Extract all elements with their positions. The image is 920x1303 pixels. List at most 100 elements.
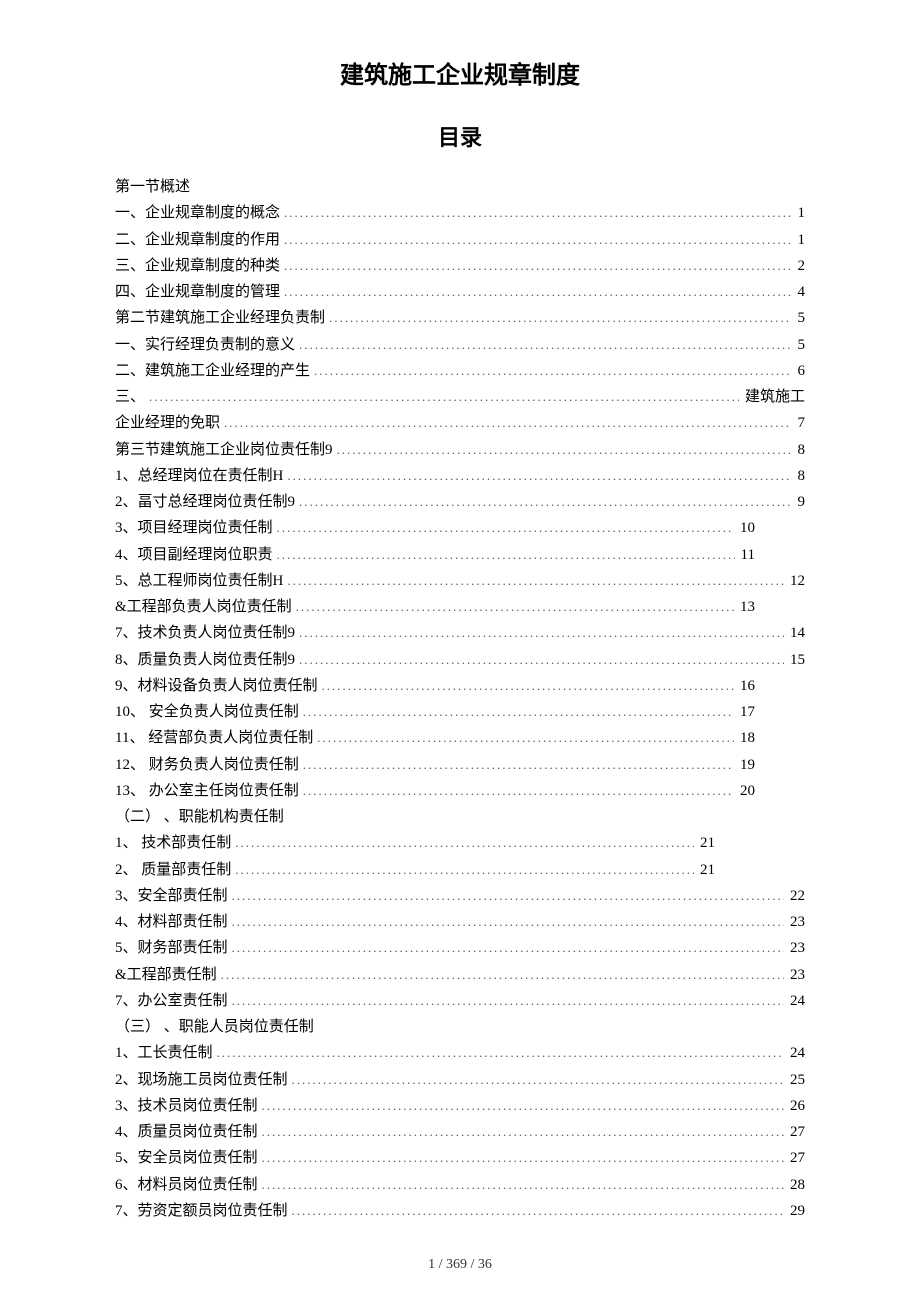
toc-page-number: 25: [784, 1067, 805, 1093]
toc-label: 第一节概述: [115, 179, 190, 195]
toc-entry: 三、 建筑施工: [115, 384, 805, 410]
toc-page-number: 14: [784, 620, 805, 646]
toc-entry: 4、项目副经理岗位职责11: [115, 542, 805, 568]
toc-leader-dots: [280, 255, 791, 278]
toc-label: 10、 安全负责人岗位责任制: [115, 699, 299, 725]
toc-label: 二、建筑施工企业经理的产生: [115, 358, 310, 384]
toc-entry: 1、总经理岗位在责任制H 8: [115, 463, 805, 489]
toc-page-number: 28: [784, 1172, 805, 1198]
document-title: 建筑施工企业规章制度: [115, 55, 805, 90]
toc-entry: 2、现场施工员岗位责任制25: [115, 1067, 805, 1093]
toc-label: 9、材料设备负责人岗位责任制: [115, 673, 318, 699]
toc-label: 5、财务部责任制: [115, 935, 228, 961]
toc-entry: 7、办公室责任制24: [115, 988, 805, 1014]
toc-leader-dots: [299, 754, 734, 777]
toc-page-number: 8: [792, 463, 806, 489]
toc-label: 2、 质量部责任制: [115, 857, 231, 883]
toc-label: 1、 技术部责任制: [115, 830, 231, 856]
toc-leader-dots: [217, 964, 784, 987]
toc-entry: 7、技术负责人岗位责任制9 14: [115, 620, 805, 646]
toc-leader-dots: [288, 1069, 784, 1092]
toc-leader-dots: [295, 622, 784, 645]
toc-label: 7、办公室责任制: [115, 988, 228, 1014]
toc-page-number: 1: [792, 200, 806, 226]
toc-label: 二、企业规章制度的作用: [115, 227, 280, 253]
toc-leader-dots: [258, 1121, 784, 1144]
toc-leader-dots: [228, 937, 784, 960]
toc-leader-dots: [280, 229, 791, 252]
toc-container: 第一节概述一、企业规章制度的概念 1二、企业规章制度的作用 1 三、企业规章制度的种类…: [115, 174, 805, 1224]
toc-page-number: 23: [784, 909, 805, 935]
toc-entry: （三） 、职能人员岗位责任制: [115, 1014, 805, 1040]
toc-label: （三） 、职能人员岗位责任制: [115, 1019, 314, 1035]
toc-leader-dots: [228, 885, 784, 908]
toc-leader-dots: [228, 990, 784, 1013]
toc-leader-dots: [299, 780, 734, 803]
toc-leader-dots: [258, 1174, 784, 1197]
toc-leader-dots: [299, 701, 734, 724]
toc-label: （二） 、职能机构责任制: [115, 809, 284, 825]
toc-leader-dots: [283, 465, 791, 488]
toc-entry: 13、 办公室主任岗位责任制20: [115, 778, 805, 804]
toc-entry: （二） 、职能机构责任制: [115, 804, 805, 830]
toc-label: 1、总经理岗位在责任制H: [115, 463, 283, 489]
toc-page-number: 4: [792, 279, 806, 305]
toc-entry: 一、企业规章制度的概念 1: [115, 200, 805, 226]
toc-leader-dots: [295, 491, 791, 514]
toc-page-number: 5: [792, 332, 806, 358]
toc-page-number: 10: [734, 515, 755, 541]
toc-leader-dots: [333, 439, 792, 462]
toc-entry: 2、畐寸总经理岗位责任制99: [115, 489, 805, 515]
toc-entry: &工程部负责人岗位责任制 13: [115, 594, 805, 620]
toc-page-number: 16: [734, 673, 755, 699]
toc-entry: 11、 经营部负责人岗位责任制 18: [115, 725, 805, 751]
toc-entry: 四、企业规章制度的管理4: [115, 279, 805, 305]
toc-heading: 目录: [115, 120, 805, 152]
toc-label: 4、材料部责任制: [115, 909, 228, 935]
toc-label: 11、 经营部负责人岗位责任制: [115, 725, 313, 751]
toc-leader-dots: [258, 1147, 784, 1170]
toc-leader-dots: [288, 1200, 784, 1223]
toc-entry: 5、财务部责任制23: [115, 935, 805, 961]
toc-page-number: 12: [784, 568, 805, 594]
toc-page-number: 26: [784, 1093, 805, 1119]
toc-leader-dots: [310, 360, 791, 383]
toc-leader-dots: [228, 911, 784, 934]
toc-page-number: 13: [734, 594, 755, 620]
toc-leader-dots: [295, 334, 791, 357]
toc-label: &工程部负责人岗位责任制: [115, 594, 292, 620]
toc-label: 6、材料员岗位责任制: [115, 1172, 258, 1198]
toc-leader-dots: [280, 202, 791, 225]
toc-entry: 8、质量负责人岗位责任制915: [115, 647, 805, 673]
toc-page-number: 建筑施工: [739, 384, 805, 410]
toc-entry: 1、工长责任制24: [115, 1040, 805, 1066]
toc-leader-dots: [295, 649, 784, 672]
toc-label: 7、技术负责人岗位责任制9: [115, 620, 295, 646]
toc-label: 3、技术员岗位责任制: [115, 1093, 258, 1119]
toc-label: 4、质量员岗位责任制: [115, 1119, 258, 1145]
toc-entry: 4、质量员岗位责任制 27: [115, 1119, 805, 1145]
toc-label: 三、: [115, 384, 145, 410]
toc-entry: 第一节概述: [115, 174, 805, 200]
toc-page-number: 22: [784, 883, 805, 909]
toc-leader-dots: [231, 859, 694, 882]
toc-label: 第二节建筑施工企业经理负责制: [115, 305, 325, 331]
toc-page-number: 8: [792, 437, 806, 463]
toc-entry: 5、总工程师岗位责任制H 12: [115, 568, 805, 594]
toc-entry: 2、 质量部责任制21: [115, 857, 805, 883]
toc-entry: 10、 安全负责人岗位责任制17: [115, 699, 805, 725]
toc-page-number: 27: [784, 1119, 805, 1145]
toc-leader-dots: [231, 832, 694, 855]
page-footer: 1 / 369 / 36: [0, 1257, 920, 1273]
toc-page-number: 18: [734, 725, 755, 751]
toc-leader-dots: [258, 1095, 784, 1118]
toc-label: 一、企业规章制度的概念: [115, 200, 280, 226]
toc-label: 三、企业规章制度的种类: [115, 253, 280, 279]
toc-label: 8、质量负责人岗位责任制9: [115, 647, 295, 673]
toc-label: 7、劳资定额员岗位责任制: [115, 1198, 288, 1224]
toc-label: 5、安全员岗位责任制: [115, 1145, 258, 1171]
toc-entry: 1、 技术部责任制21: [115, 830, 805, 856]
toc-leader-dots: [273, 544, 735, 567]
toc-label: 5、总工程师岗位责任制H: [115, 568, 283, 594]
toc-leader-dots: [145, 386, 739, 409]
